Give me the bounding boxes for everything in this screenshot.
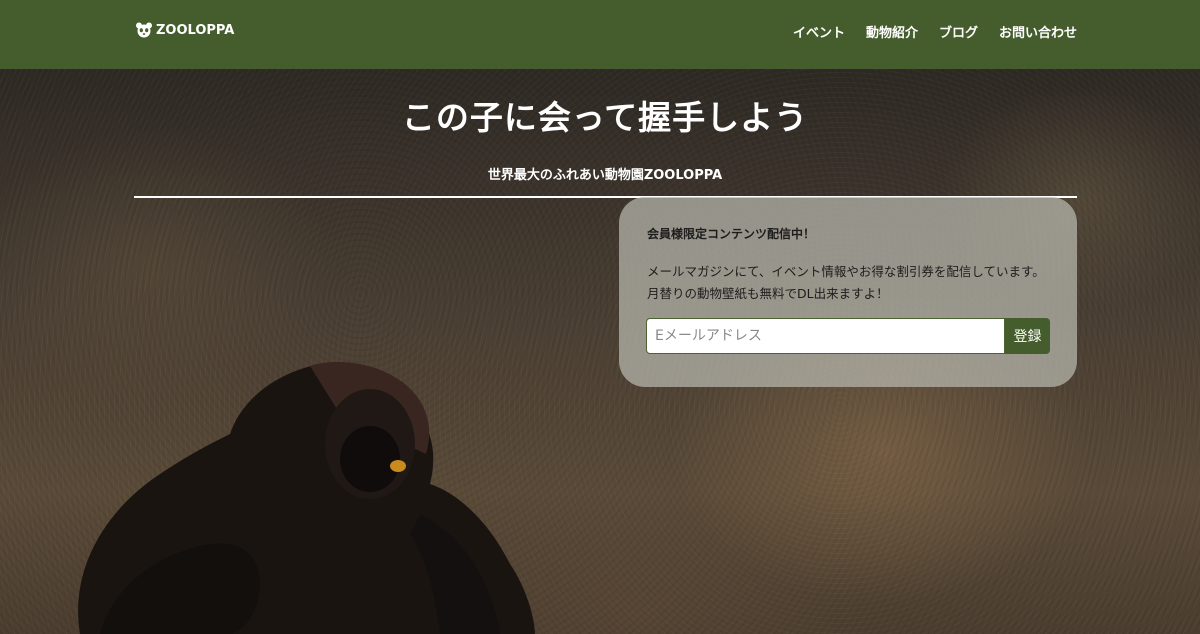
nav-item-blog[interactable]: ブログ (939, 22, 978, 41)
site-header: ZOOLOPPA イベント 動物紹介 ブログ お問い合わせ (0, 0, 1200, 69)
register-button[interactable]: 登録 (1005, 318, 1050, 354)
nav-item-events[interactable]: イベント (793, 22, 845, 41)
panda-icon (136, 22, 152, 38)
newsletter-description: メールマガジンにて、イベント情報やお得な割引券を配信しています。月替りの動物壁紙… (647, 264, 1045, 301)
gorilla-photo (78, 361, 536, 634)
newsletter-title: 会員様限定コンテンツ配信中！ (647, 227, 816, 241)
logo-text: ZOOLOPPA (156, 22, 235, 38)
nav-item-animals[interactable]: 動物紹介 (866, 22, 918, 41)
nav-item-contact[interactable]: お問い合わせ (999, 22, 1077, 41)
hero-section: この子に会って握手しよう 世界最大のふれあい動物園ZOOLOPPA 会員様限定コ… (0, 69, 1200, 634)
newsletter-form: 登録 (646, 318, 1050, 354)
newsletter-card: 会員様限定コンテンツ配信中！ メールマガジンにて、イベント情報やお得な割引券を配… (619, 197, 1077, 387)
hero-title: この子に会って握手しよう (401, 98, 809, 137)
main-nav: イベント 動物紹介 ブログ お問い合わせ (793, 22, 1077, 41)
hero-subtitle: 世界最大のふれあい動物園ZOOLOPPA (487, 168, 723, 183)
site-logo[interactable]: ZOOLOPPA (135, 22, 234, 38)
email-input[interactable] (646, 318, 1005, 354)
